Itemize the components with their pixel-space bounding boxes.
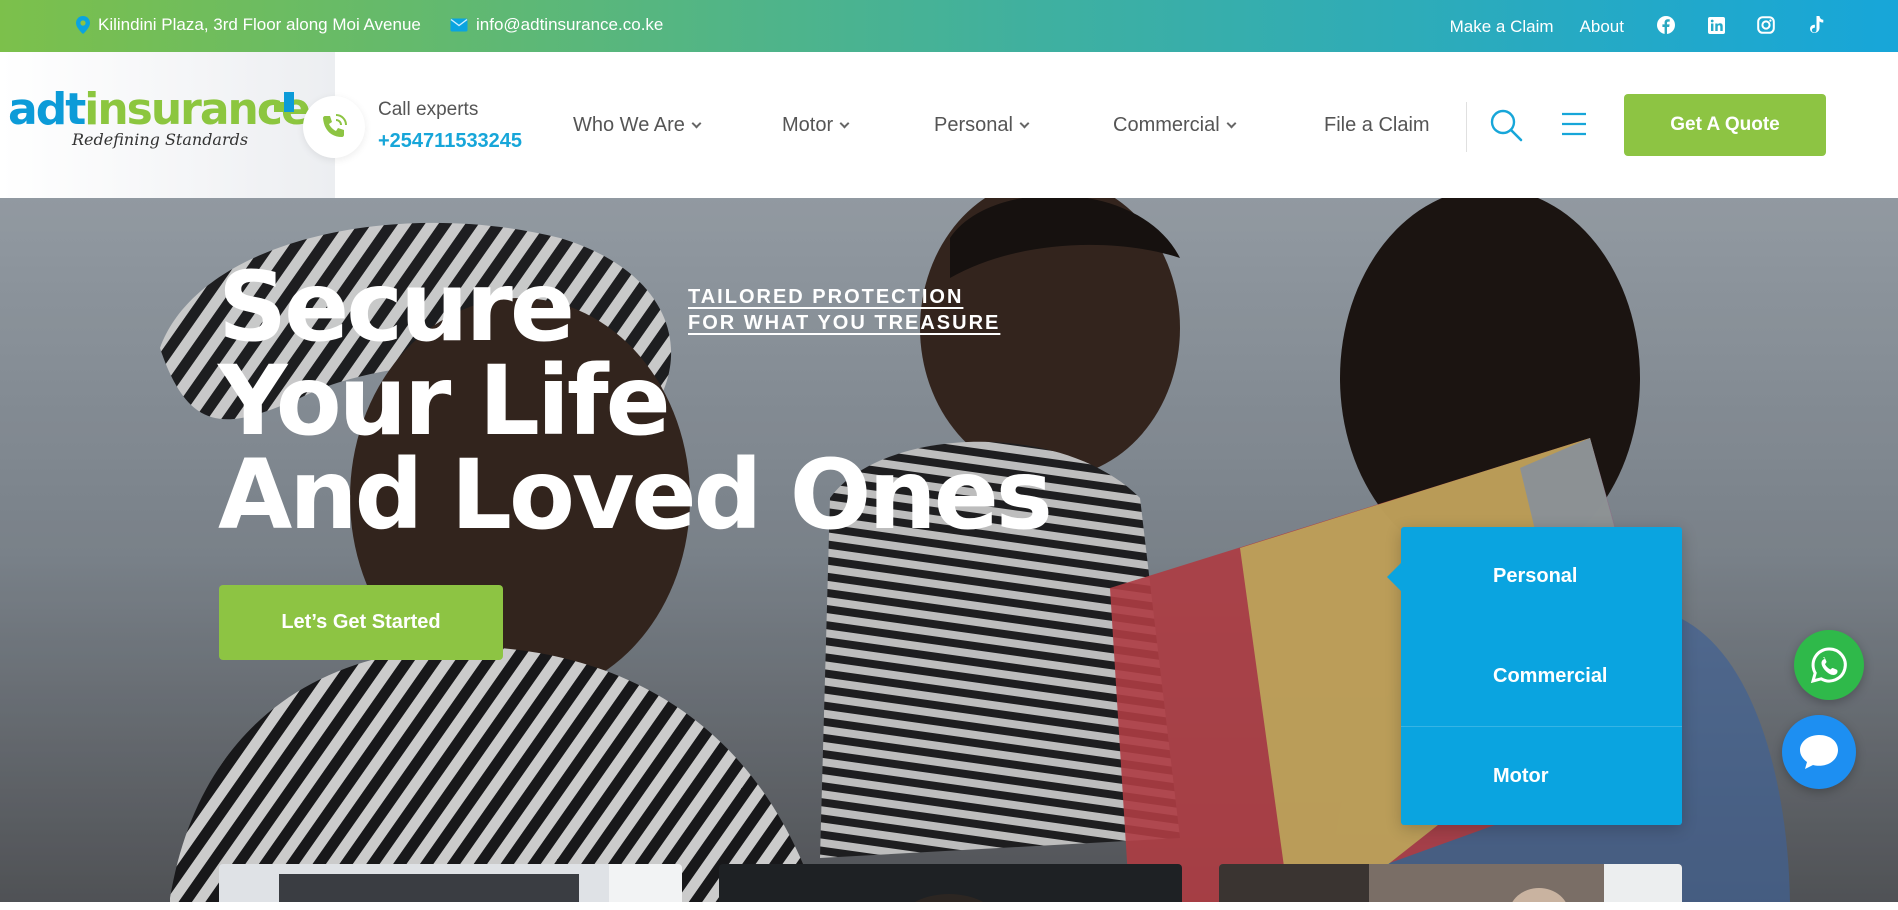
chevron-down-icon — [839, 118, 850, 129]
social-links — [1656, 15, 1826, 35]
search-icon[interactable] — [1488, 107, 1524, 143]
dropdown-item-motor[interactable]: Motor — [1401, 726, 1682, 825]
hero-bottom-edge — [0, 902, 1898, 910]
mail-icon — [450, 18, 468, 32]
logo-squares-icon — [274, 92, 294, 112]
get-quote-button[interactable]: Get A Quote — [1624, 94, 1826, 156]
call-number[interactable]: +254711533245 — [378, 130, 522, 153]
insurance-dropdown-menu: Personal Commercial Motor — [1387, 527, 1682, 825]
whatsapp-button[interactable] — [1794, 630, 1864, 700]
hero-tagline-line: TAILORED PROTECTION — [688, 286, 964, 308]
chevron-down-icon — [1226, 118, 1237, 129]
hero-tagline-line: FOR WHAT YOU TREASURE — [688, 312, 1001, 334]
chevron-down-icon — [691, 118, 702, 129]
top-bar: Kilindini Plaza, 3rd Floor along Moi Ave… — [0, 0, 1898, 52]
nav-personal[interactable]: Personal — [934, 114, 1030, 137]
nav-label: Personal — [934, 114, 1013, 136]
location-pin-icon — [76, 16, 90, 34]
nav-motor[interactable]: Motor — [782, 114, 850, 137]
hero-section: Secure Your Life And Loved Ones TAILORED… — [0, 198, 1898, 910]
make-claim-link[interactable]: Make a Claim — [1450, 17, 1554, 37]
live-chat-button[interactable] — [1782, 715, 1856, 789]
hero-title-line: And Loved Ones — [218, 439, 1053, 551]
about-link[interactable]: About — [1580, 17, 1624, 37]
chevron-down-icon — [1019, 118, 1030, 129]
hamburger-menu-icon[interactable] — [1560, 110, 1588, 138]
dropdown-item-commercial[interactable]: Commercial — [1401, 627, 1682, 726]
nav-label: Motor — [782, 114, 834, 136]
nav-file-a-claim[interactable]: File a Claim — [1324, 114, 1430, 137]
site-logo[interactable]: adtinsurance Redefining Standards — [8, 88, 311, 168]
address-text: Kilindini Plaza, 3rd Floor along Moi Ave… — [98, 15, 421, 34]
top-links: Make a Claim About — [1450, 17, 1624, 37]
header-divider — [1466, 102, 1467, 152]
whatsapp-icon — [1810, 647, 1847, 684]
email-text[interactable]: info@adtinsurance.co.ke — [476, 15, 663, 35]
address-info: Kilindini Plaza, 3rd Floor along Moi Ave… — [76, 15, 421, 35]
chat-bubble-icon — [1800, 735, 1838, 769]
facebook-icon[interactable] — [1656, 15, 1676, 35]
phone-icon-circle[interactable] — [303, 96, 365, 158]
nav-who-we-are[interactable]: Who We Are — [573, 114, 702, 137]
nav-commercial[interactable]: Commercial — [1113, 114, 1237, 137]
nav-label: Commercial — [1113, 114, 1220, 136]
logo-wordmark: adtinsurance — [8, 88, 311, 132]
hero-tagline: TAILORED PROTECTION FOR WHAT YOU TREASUR… — [688, 284, 1000, 336]
linkedin-icon[interactable] — [1706, 15, 1726, 35]
call-label: Call experts — [378, 99, 479, 120]
main-header: adtinsurance Redefining Standards Call e… — [0, 52, 1898, 198]
dropdown-item-personal[interactable]: Personal — [1401, 527, 1682, 626]
logo-part-adt: adt — [8, 84, 86, 135]
tiktok-icon[interactable] — [1806, 15, 1826, 35]
phone-icon — [323, 114, 347, 137]
nav-label: File a Claim — [1324, 114, 1430, 136]
nav-label: Who We Are — [573, 114, 685, 136]
email-info[interactable]: info@adtinsurance.co.ke — [450, 15, 663, 35]
instagram-icon[interactable] — [1756, 15, 1776, 35]
hero-title-line: Your Life — [218, 345, 671, 457]
get-started-button[interactable]: Let’s Get Started — [219, 585, 503, 660]
